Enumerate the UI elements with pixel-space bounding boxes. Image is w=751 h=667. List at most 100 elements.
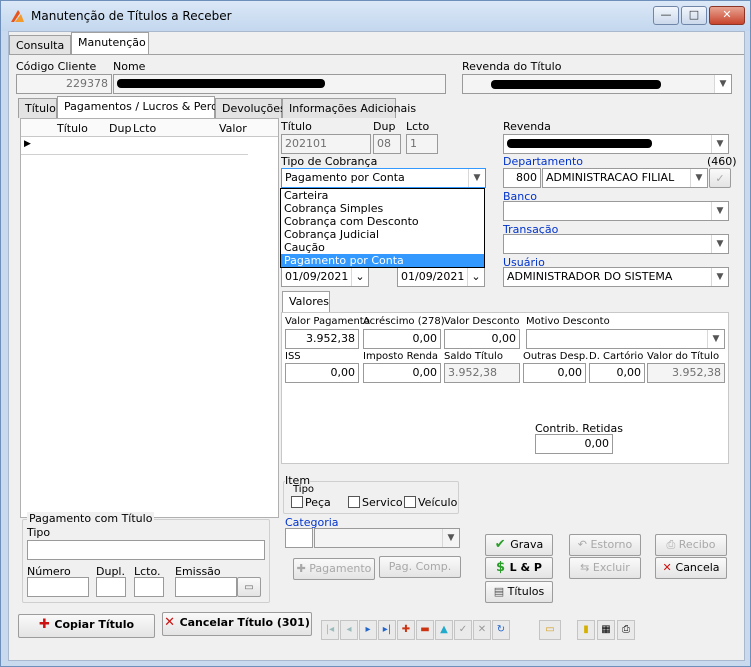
- transacao-combo[interactable]: ▼: [503, 234, 729, 254]
- chevron-down-icon[interactable]: ▼: [711, 268, 728, 286]
- tab-devolucoes[interactable]: Devoluções: [215, 98, 286, 118]
- lcto-pag-field[interactable]: [134, 577, 164, 597]
- chevron-down-icon[interactable]: ▼: [711, 235, 728, 253]
- codigo-cliente-field[interactable]: 229378: [16, 74, 112, 94]
- lcto-field[interactable]: 1: [406, 134, 438, 154]
- close-button[interactable]: ✕: [709, 6, 745, 25]
- open-folder-button[interactable]: ▭: [539, 620, 561, 640]
- tab-manutencao[interactable]: Manutenção: [71, 32, 149, 55]
- valor-titulo-field[interactable]: 3.952,38: [647, 363, 725, 383]
- dupl-field[interactable]: [96, 577, 126, 597]
- maximize-button[interactable]: □: [681, 6, 707, 25]
- iss-field[interactable]: 0,00: [285, 363, 359, 383]
- grava-button[interactable]: ✔ Grava: [485, 534, 553, 556]
- titulo-field[interactable]: 202101: [281, 134, 371, 154]
- chevron-down-icon[interactable]: ▼: [468, 169, 485, 187]
- option-cobranca-simples[interactable]: Cobrança Simples: [281, 202, 484, 215]
- acrescimo-label: Acréscimo (278): [363, 316, 445, 327]
- excluir-button[interactable]: ⇆ Excluir: [569, 557, 641, 579]
- nav-last-button[interactable]: ▸|: [378, 620, 396, 640]
- option-cobranca-desconto[interactable]: Cobrança com Desconto: [281, 215, 484, 228]
- cancelar-titulo-button[interactable]: ✕ Cancelar Título (301): [162, 612, 312, 636]
- emissao-field[interactable]: [175, 577, 237, 597]
- motivo-desconto-label: Motivo Desconto: [526, 316, 610, 327]
- revenda-titulo-combo[interactable]: ▼: [462, 74, 732, 94]
- chevron-down-icon[interactable]: ▼: [442, 529, 459, 547]
- nome-field[interactable]: [113, 74, 446, 94]
- nav-next-button[interactable]: ▸: [359, 620, 377, 640]
- d-cartorio-field[interactable]: 0,00: [589, 363, 645, 383]
- option-cobranca-judicial[interactable]: Cobrança Judicial: [281, 228, 484, 241]
- numero-field[interactable]: [27, 577, 89, 597]
- lp-button[interactable]: $ L & P: [485, 557, 553, 579]
- nav-insert-button[interactable]: ✚: [397, 620, 415, 640]
- pag-comp-button[interactable]: Pag. Comp.: [379, 556, 461, 578]
- pag-tipo-field[interactable]: [27, 540, 265, 560]
- valor-desconto-field[interactable]: 0,00: [444, 329, 520, 349]
- categoria-combo[interactable]: ▼: [314, 528, 460, 548]
- cancela-button[interactable]: ✕ Cancela: [655, 557, 727, 579]
- departamento-code[interactable]: 800: [503, 168, 541, 188]
- copiar-titulo-button[interactable]: ✚ Copiar Título: [18, 614, 155, 638]
- calendar-button[interactable]: ▭: [237, 577, 261, 597]
- titulos-button[interactable]: ▤ Títulos: [485, 581, 553, 603]
- tab-informacoes-adicionais[interactable]: Informações Adicionais: [282, 98, 416, 118]
- redacted-revenda-value: [507, 139, 652, 148]
- chevron-down-icon[interactable]: ▼: [711, 202, 728, 220]
- option-pagamento-conta[interactable]: Pagamento por Conta: [281, 254, 484, 267]
- chevron-down-icon[interactable]: ▼: [707, 330, 724, 348]
- recibo-button[interactable]: ⎙ Recibo: [655, 534, 727, 556]
- print-button[interactable]: ⎙: [617, 620, 635, 640]
- nav-prior-button[interactable]: ◂: [340, 620, 358, 640]
- revenda-combo[interactable]: ▼: [503, 134, 729, 154]
- report-button[interactable]: ▦: [597, 620, 615, 640]
- saldo-titulo-field[interactable]: 3.952,38: [444, 363, 520, 383]
- option-carteira[interactable]: Carteira: [281, 189, 484, 202]
- outras-desp-field[interactable]: 0,00: [523, 363, 586, 383]
- imposto-renda-field[interactable]: 0,00: [363, 363, 441, 383]
- pag-tipo-label: Tipo: [27, 526, 51, 539]
- tipo-cobranca-dropdown[interactable]: Carteira Cobrança Simples Cobrança com D…: [280, 188, 485, 268]
- nav-first-button[interactable]: |◂: [321, 620, 339, 640]
- peca-checkbox[interactable]: Peça: [291, 496, 331, 509]
- contrib-retidas-field[interactable]: 0,00: [535, 434, 613, 454]
- title-bar: Manutenção de Títulos a Receber — □ ✕: [1, 1, 750, 31]
- minimize-button[interactable]: —: [653, 6, 679, 25]
- nav-post-button[interactable]: ✓: [454, 620, 472, 640]
- chevron-down-icon[interactable]: ▼: [711, 135, 728, 153]
- table-row[interactable]: ▶: [21, 137, 248, 155]
- chevron-down-icon[interactable]: ▼: [714, 75, 731, 93]
- valor-pagamento-field[interactable]: 3.952,38: [285, 329, 359, 349]
- chevron-down-icon[interactable]: ▼: [690, 169, 707, 187]
- exit-button[interactable]: ▮: [577, 620, 595, 640]
- tab-consulta[interactable]: Consulta: [9, 35, 71, 55]
- tab-pagamentos[interactable]: Pagamentos / Lucros & Perdas: [57, 96, 231, 118]
- categoria-code[interactable]: [285, 528, 313, 548]
- servico-checkbox[interactable]: Servico: [348, 496, 403, 509]
- nome-label: Nome: [113, 60, 146, 73]
- date-field-1[interactable]: 01/09/2021 ⌄: [281, 267, 369, 287]
- departamento-combo[interactable]: ADMINISTRACAO FILIAL ▼: [542, 168, 708, 188]
- veiculo-checkbox[interactable]: Veículo: [404, 496, 457, 509]
- nav-edit-button[interactable]: ▲: [435, 620, 453, 640]
- tipo-cobranca-combo[interactable]: Pagamento por Conta ▼: [281, 168, 486, 188]
- banco-combo[interactable]: ▼: [503, 201, 729, 221]
- motivo-desconto-combo[interactable]: ▼: [526, 329, 725, 349]
- dup-field[interactable]: 08: [373, 134, 401, 154]
- pagamentos-grid[interactable]: Título Dup Lcto Valor ▶: [20, 118, 279, 518]
- nav-refresh-button[interactable]: ↻: [492, 620, 510, 640]
- option-caucao[interactable]: Caução: [281, 241, 484, 254]
- departamento-check-button[interactable]: ✓: [709, 168, 731, 188]
- nav-cancel-button[interactable]: ✕: [473, 620, 491, 640]
- pagamento-button[interactable]: ✚ Pagamento: [293, 558, 375, 580]
- acrescimo-field[interactable]: 0,00: [363, 329, 441, 349]
- outras-desp-label: Outras Desp.: [523, 351, 589, 362]
- estorno-button[interactable]: ↶ Estorno: [569, 534, 641, 556]
- nav-delete-button[interactable]: ▬: [416, 620, 434, 640]
- tab-valores[interactable]: Valores: [282, 291, 330, 312]
- chevron-down-icon[interactable]: ⌄: [467, 268, 484, 286]
- tab-titulo[interactable]: Título: [18, 98, 57, 118]
- usuario-combo[interactable]: ADMINISTRADOR DO SISTEMA ▼: [503, 267, 729, 287]
- date-field-2[interactable]: 01/09/2021 ⌄: [397, 267, 485, 287]
- chevron-down-icon[interactable]: ⌄: [351, 268, 368, 286]
